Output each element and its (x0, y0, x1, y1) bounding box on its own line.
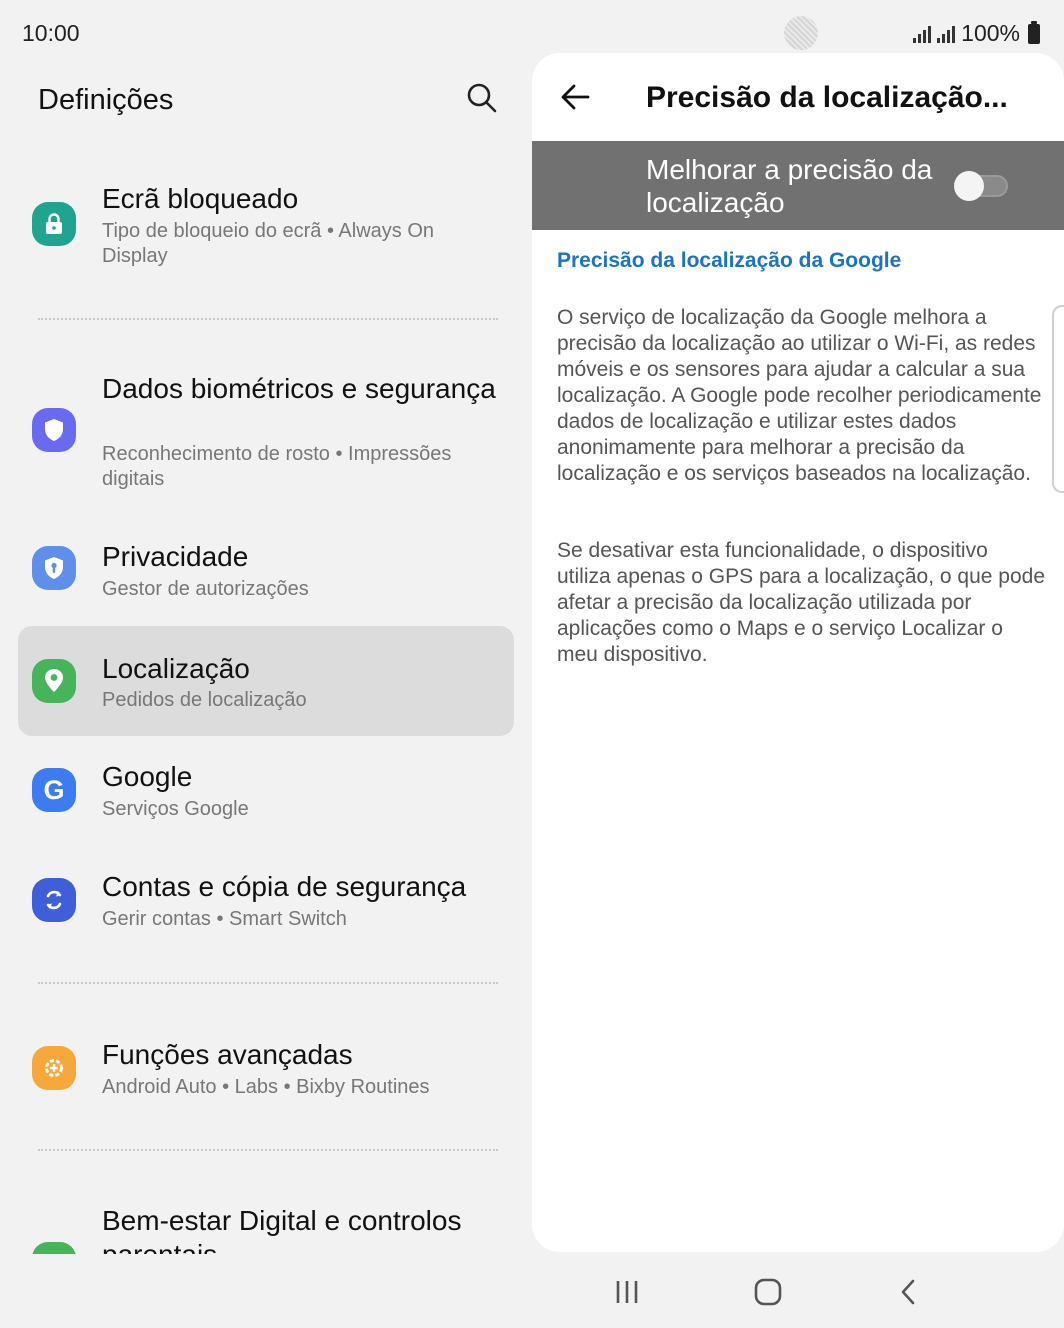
section-divider (38, 1149, 498, 1151)
settings-item-title: Funções avançadas (102, 1039, 353, 1070)
back-nav-button[interactable] (884, 1270, 932, 1314)
improve-accuracy-row[interactable]: Melhorar a precisão da localização (532, 141, 1064, 230)
settings-item-google[interactable]: G Google Serviços Google (18, 750, 514, 840)
settings-item-subtitle: Gerir contas • Smart Switch (102, 908, 347, 930)
back-button[interactable] (556, 79, 596, 115)
page-title: Definições (38, 84, 174, 116)
improve-accuracy-switch[interactable] (954, 171, 1008, 201)
home-icon (754, 1278, 782, 1306)
settings-item-subtitle: Pedidos de localização (102, 689, 307, 711)
back-icon (901, 1279, 915, 1305)
settings-item-lock-screen[interactable]: Ecrã bloqueado Tipo de bloqueio do ecrã … (18, 170, 514, 280)
settings-item-advanced-features[interactable]: Funções avançadas Android Auto • Labs • … (18, 1028, 514, 1118)
status-time: 10:00 (22, 20, 80, 46)
battery-percent: 100% (961, 20, 1020, 46)
arrow-left-icon (561, 84, 590, 110)
settings-item-title: Privacidade (102, 541, 249, 572)
status-indicators: 100% (913, 20, 1040, 47)
settings-item-subtitle: Android Auto • Labs • Bixby Routines (102, 1076, 430, 1098)
shield-icon (32, 408, 76, 452)
gear-plus-icon (32, 1046, 76, 1090)
settings-item-location[interactable]: Localização Pedidos de localização (18, 626, 514, 736)
camera-cutout (784, 16, 818, 50)
description-paragraph: Se desativar esta funcionalidade, o disp… (557, 539, 1045, 666)
page-title: Precisão da localização... (646, 81, 1008, 114)
edge-panel-handle[interactable] (1052, 305, 1064, 493)
settings-item-subtitle: Gestor de autorizações (102, 578, 309, 600)
settings-item-subtitle: Tipo de bloqueio do ecrã • Always On Dis… (102, 220, 435, 267)
switch-knob (954, 171, 984, 201)
description-paragraph: O serviço de localização da Google melho… (557, 306, 1042, 485)
settings-item-accounts[interactable]: Contas e cópia de segurança Gerir contas… (18, 860, 514, 950)
settings-item-title: Localização (102, 653, 250, 684)
navigation-bar (532, 1256, 1064, 1328)
google-accuracy-section-title: Precisão da localização da Google (557, 249, 902, 272)
location-pin-icon (32, 659, 76, 703)
sync-icon (32, 878, 76, 922)
settings-list-pane: Definições Ecrã bloqueado Tipo de bloque… (0, 60, 532, 1254)
settings-item-title: Bem-estar Digital e controlos parentais (102, 1205, 462, 1254)
settings-item-privacy[interactable]: Privacidade Gestor de autorizações (18, 528, 514, 618)
settings-item-digital-wellbeing[interactable]: Bem-estar Digital e controlos parentais (18, 1196, 514, 1254)
settings-item-title: Contas e cópia de segurança (102, 871, 467, 902)
settings-item-title: Ecrã bloqueado (102, 183, 299, 214)
settings-item-title: Dados biométricos e segurança (102, 373, 496, 404)
settings-item-title: Google (102, 761, 193, 792)
signal-icon (913, 25, 932, 43)
toggle-label: Melhorar a precisão da localização (646, 154, 933, 218)
settings-item-subtitle: Serviços Google (102, 798, 249, 820)
google-icon: G (32, 768, 76, 812)
privacy-shield-icon (32, 546, 76, 590)
status-bar: 10:00 100% (0, 0, 1064, 60)
signal-icon (937, 25, 956, 43)
home-button[interactable] (744, 1270, 792, 1314)
section-divider (38, 318, 498, 320)
section-divider (38, 982, 498, 984)
settings-header: Definições (0, 60, 532, 140)
recents-icon (616, 1281, 638, 1303)
search-button[interactable] (462, 78, 502, 118)
recents-button[interactable] (603, 1270, 651, 1314)
search-icon (467, 83, 497, 113)
lock-icon (32, 202, 76, 246)
settings-item-biometrics[interactable]: Dados biométricos e segurança Reconhecim… (18, 362, 514, 502)
battery-icon (1028, 20, 1040, 44)
wellbeing-icon (32, 1242, 76, 1254)
location-accuracy-pane: Precisão da localização... Melhorar a pr… (532, 53, 1064, 1252)
settings-item-subtitle: Reconhecimento de rosto • Impressões dig… (102, 443, 452, 490)
